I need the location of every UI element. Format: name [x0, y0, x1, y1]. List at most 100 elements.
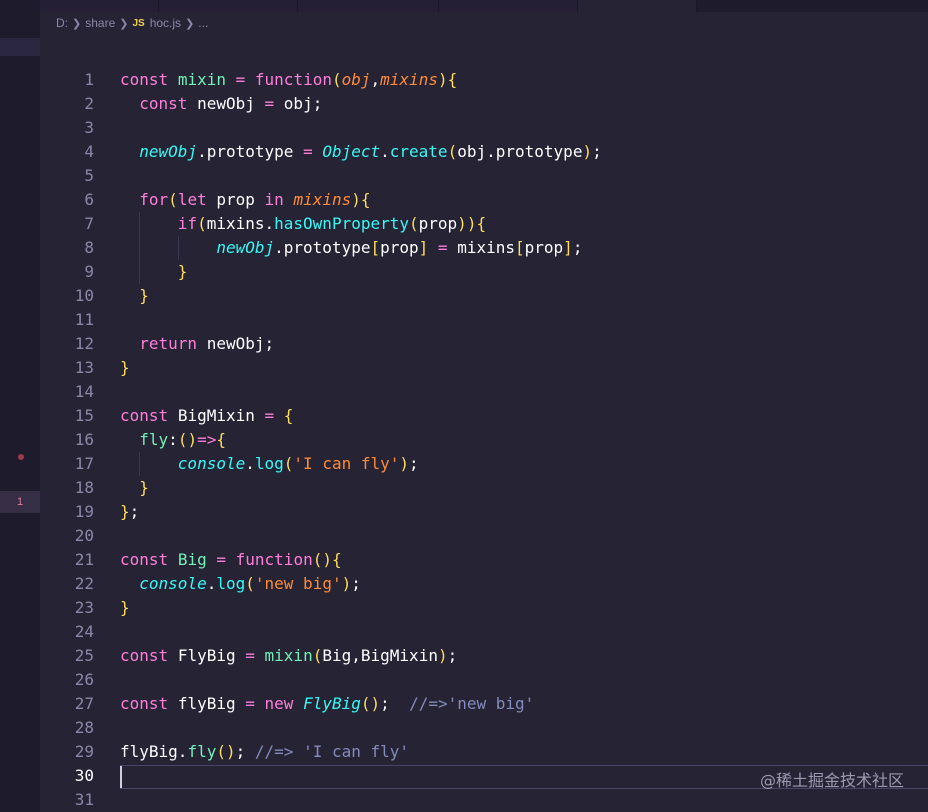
- code-text: const mixin = function(obj,mixins){: [120, 70, 458, 89]
- line-number: 3: [84, 118, 94, 137]
- activity-gutter: [0, 0, 40, 812]
- code-line[interactable]: 27 const flyBig = new FlyBig(); //=>'new …: [40, 692, 928, 716]
- code-text: }: [139, 478, 149, 497]
- editor-tab[interactable]: [159, 0, 298, 12]
- line-number: 15: [74, 406, 94, 425]
- code-editor[interactable]: 1 const mixin = function(obj,mixins){ 2 co…: [40, 34, 928, 812]
- line-number: 27: [74, 694, 94, 713]
- code-line[interactable]: 18 }: [40, 476, 928, 500]
- code-line[interactable]: 7 if(mixins.hasOwnProperty(prop)){: [40, 212, 928, 236]
- code-line[interactable]: 17 console.log('I can fly');: [40, 452, 928, 476]
- code-line[interactable]: 2 const newObj = obj;: [40, 92, 928, 116]
- gutter-strip: [0, 38, 40, 56]
- code-text: for(let prop in mixins){: [139, 190, 371, 209]
- code-line[interactable]: 26: [40, 668, 928, 692]
- code-line[interactable]: 5: [40, 164, 928, 188]
- line-number: 6: [84, 190, 94, 209]
- problem-count-badge[interactable]: 1: [0, 491, 40, 513]
- javascript-file-icon: JS: [132, 17, 145, 29]
- code-line[interactable]: 11: [40, 308, 928, 332]
- line-number: 31: [74, 790, 94, 809]
- code-line[interactable]: 29 flyBig.fly(); //=> 'I can fly': [40, 740, 928, 764]
- line-number: 20: [74, 526, 94, 545]
- line-number: 22: [74, 574, 94, 593]
- code-line[interactable]: 20: [40, 524, 928, 548]
- code-text: console.log('new big');: [139, 574, 361, 593]
- code-line[interactable]: 21 const Big = function(){: [40, 548, 928, 572]
- editor-tab[interactable]: [298, 0, 439, 12]
- line-number: 25: [74, 646, 94, 665]
- line-number: 21: [74, 550, 94, 569]
- line-number: 12: [74, 334, 94, 353]
- editor-tab[interactable]: [40, 0, 159, 12]
- line-number: 18: [74, 478, 94, 497]
- line-number: 8: [84, 238, 94, 257]
- line-number: 28: [74, 718, 94, 737]
- breadcrumb-folder[interactable]: share: [85, 16, 115, 30]
- code-line[interactable]: 31: [40, 788, 928, 812]
- code-line[interactable]: 1 const mixin = function(obj,mixins){: [40, 68, 928, 92]
- line-number: 16: [74, 430, 94, 449]
- line-number: 5: [84, 166, 94, 185]
- code-text: }: [139, 286, 149, 305]
- code-text: newObj.prototype[prop] = mixins[prop];: [216, 238, 583, 257]
- code-text: }: [120, 598, 130, 617]
- code-line[interactable]: 22 console.log('new big');: [40, 572, 928, 596]
- code-line[interactable]: 15 const BigMixin = {: [40, 404, 928, 428]
- code-line[interactable]: 23}: [40, 596, 928, 620]
- line-number: 19: [74, 502, 94, 521]
- code-line[interactable]: 14: [40, 380, 928, 404]
- code-text: if(mixins.hasOwnProperty(prop)){: [177, 214, 487, 233]
- code-line[interactable]: 13}: [40, 356, 928, 380]
- line-number: 2: [84, 94, 94, 113]
- code-text: }: [120, 358, 130, 377]
- breadcrumb-file[interactable]: hoc.js: [150, 16, 181, 30]
- code-line[interactable]: 9 }: [40, 260, 928, 284]
- breadcrumb-drive[interactable]: D:: [56, 16, 68, 30]
- code-text: return newObj;: [139, 334, 275, 353]
- editor-tab[interactable]: [439, 0, 578, 12]
- breadcrumb: D: ❯ share ❯ JS hoc.js ❯ ...: [56, 13, 208, 33]
- line-number: 10: [74, 286, 94, 305]
- line-number: 17: [74, 454, 94, 473]
- code-line[interactable]: 8 newObj.prototype[prop] = mixins[prop];: [40, 236, 928, 260]
- code-text: const flyBig = new FlyBig(); //=>'new bi…: [120, 694, 535, 713]
- breakpoint-dot-icon[interactable]: [18, 454, 24, 460]
- line-number: 14: [74, 382, 94, 401]
- code-line[interactable]: 12 return newObj;: [40, 332, 928, 356]
- code-text: const newObj = obj;: [139, 94, 323, 113]
- line-number: 23: [74, 598, 94, 617]
- code-line[interactable]: 19};: [40, 500, 928, 524]
- line-number: 30: [74, 766, 94, 785]
- code-line[interactable]: 4 newObj.prototype = Object.create(obj.p…: [40, 140, 928, 164]
- code-text: const Big = function(){: [120, 550, 342, 569]
- code-line[interactable]: 28: [40, 716, 928, 740]
- code-line[interactable]: 25 const FlyBig = mixin(Big,BigMixin);: [40, 644, 928, 668]
- line-number: 7: [84, 214, 94, 233]
- code-text: console.log('I can fly');: [177, 454, 419, 473]
- chevron-right-icon: ❯: [119, 17, 129, 30]
- line-number: 13: [74, 358, 94, 377]
- code-text: };: [120, 502, 140, 521]
- breadcrumb-symbol[interactable]: ...: [198, 16, 208, 30]
- code-line[interactable]: 24: [40, 620, 928, 644]
- code-text: const FlyBig = mixin(Big,BigMixin);: [120, 646, 458, 665]
- line-number: 11: [74, 310, 94, 329]
- line-number: 9: [84, 262, 94, 281]
- line-number: 29: [74, 742, 94, 761]
- line-number: 26: [74, 670, 94, 689]
- code-line[interactable]: 3: [40, 116, 928, 140]
- tab-bar: [0, 0, 928, 12]
- editor-tab-active[interactable]: [578, 0, 697, 12]
- code-text: }: [177, 262, 188, 281]
- code-text: fly:()=>{: [139, 430, 226, 449]
- watermark: @稀土掘金技术社区: [759, 771, 904, 790]
- code-line[interactable]: 6 for(let prop in mixins){: [40, 188, 928, 212]
- code-text: newObj.prototype = Object.create(obj.pro…: [139, 142, 602, 161]
- code-line[interactable]: 10 }: [40, 284, 928, 308]
- line-number: 1: [84, 70, 94, 89]
- line-number: 4: [84, 142, 94, 161]
- line-number: 24: [74, 622, 94, 641]
- code-line[interactable]: 16 fly:()=>{: [40, 428, 928, 452]
- chevron-right-icon: ❯: [72, 17, 82, 30]
